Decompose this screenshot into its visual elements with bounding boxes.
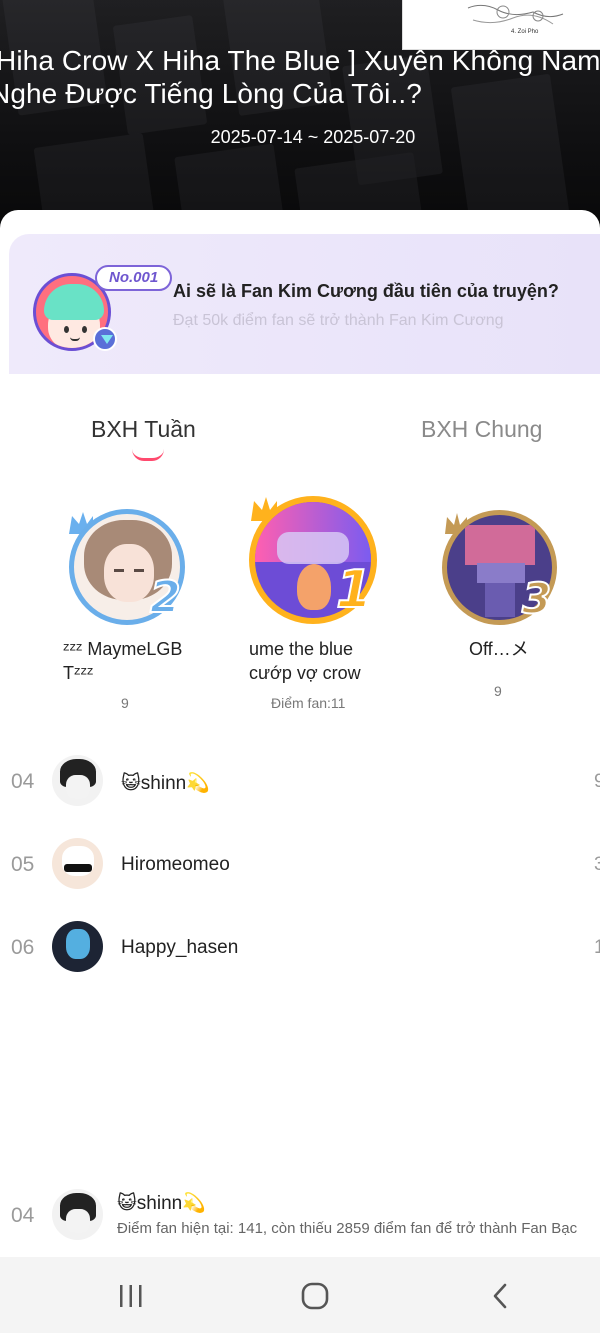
row-rank: 05 xyxy=(11,853,35,876)
tab-overall-ranking[interactable]: BXH Chung xyxy=(421,416,542,443)
avatar xyxy=(52,921,103,972)
back-icon[interactable] xyxy=(486,1281,516,1311)
thumbnail-caption: 4. Zoi Pho xyxy=(511,29,539,35)
podium-score: 9 xyxy=(121,695,129,711)
rank-number: 3 xyxy=(521,573,552,624)
podium-score: Điểm fan:11 xyxy=(271,695,346,711)
avatar xyxy=(52,755,103,806)
my-name: 😺shinn💫 xyxy=(117,1193,206,1214)
row-name: Hiromeomeo xyxy=(121,854,230,875)
date-range: 2025-07-14 ~ 2025-07-20 xyxy=(210,127,416,147)
avatar xyxy=(52,838,103,889)
rank-number: 2 xyxy=(149,571,182,624)
floating-thumbnail[interactable]: 4. Zoi Pho xyxy=(402,0,600,50)
row-name: Happy_hasen xyxy=(121,937,239,958)
my-progress-text: Điểm fan hiện tại: 141, còn thiếu 2859 đ… xyxy=(117,1220,578,1237)
sketch-image xyxy=(467,4,564,25)
row-rank: 04 xyxy=(11,770,35,793)
podium-name: Off…メ xyxy=(469,639,529,659)
promo-subtitle: Đạt 50k điểm fan sẽ trở thành Fan Kim Cư… xyxy=(173,312,504,329)
home-icon[interactable] xyxy=(300,1281,330,1311)
diamond-icon xyxy=(93,327,117,351)
promo-title: Ai sẽ là Fan Kim Cương đầu tiên của truy… xyxy=(173,281,559,301)
podium-score: 9 xyxy=(494,683,502,699)
my-rank: 04 xyxy=(11,1204,35,1227)
rank-number-badge: No.001 xyxy=(95,265,173,291)
row-score: 1 xyxy=(594,937,600,958)
podium-name: ᶻᶻᶻ MaymeLGB Tᶻᶻᶻ xyxy=(63,639,183,683)
row-rank: 06 xyxy=(11,936,35,959)
row-name: 😺shinn💫 xyxy=(121,773,210,794)
row-score: 9 xyxy=(594,771,600,792)
tab-weekly-ranking[interactable]: BXH Tuần xyxy=(91,416,196,443)
row-score: 3 xyxy=(594,854,600,875)
avatar xyxy=(52,1189,103,1240)
recents-icon[interactable] xyxy=(116,1281,146,1311)
rank-number: 1 xyxy=(335,559,373,621)
comic-title-line-2: Nghe Được Tiếng Lòng Của Tôi..? xyxy=(0,78,422,109)
podium-name: ume the blue cướp vợ crow xyxy=(249,639,361,683)
